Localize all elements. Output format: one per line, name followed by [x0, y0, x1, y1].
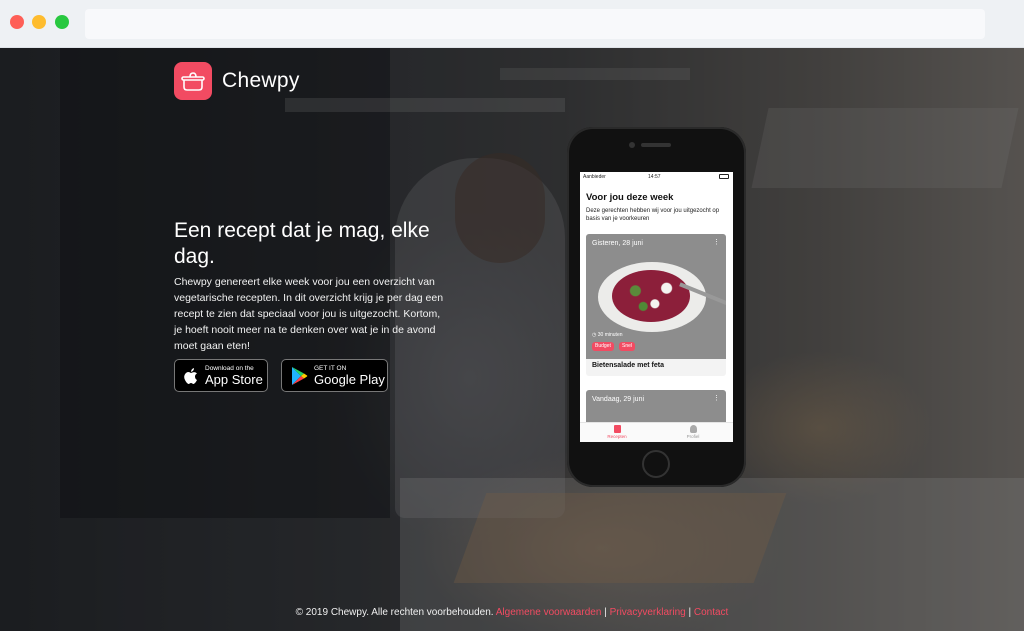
hero-headline: Een recept dat je mag, elke dag.: [174, 219, 430, 268]
address-bar[interactable]: [85, 9, 985, 39]
status-time: 14:57: [648, 174, 661, 180]
footer-separator: |: [688, 607, 692, 618]
close-window-button[interactable]: [10, 15, 24, 29]
contact-link[interactable]: Contact: [694, 607, 728, 618]
brand-name: Chewpy: [222, 69, 300, 92]
recipe-name: Bietensalade met feta: [592, 362, 664, 369]
logo[interactable]: [174, 62, 212, 100]
tab-profiel-label: Profiel: [686, 434, 700, 439]
app-store-badge[interactable]: Download on the App Store: [174, 359, 268, 392]
tab-recepten[interactable]: Recepten: [597, 425, 637, 439]
recipe-date: Gisteren, 28 juni: [592, 240, 643, 247]
maximize-window-button[interactable]: [55, 15, 69, 29]
pot-icon: [181, 72, 205, 91]
status-bar: Aanbieder 14:57: [580, 172, 733, 182]
cook-time: ◷ 30 minuten: [592, 332, 623, 338]
tab-profiel[interactable]: Profiel: [673, 425, 713, 439]
phone-speaker: [641, 143, 671, 147]
recipe-image: [586, 234, 726, 359]
google-play-label: Google Play: [314, 371, 385, 387]
browser-chrome: [0, 0, 1024, 48]
google-play-icon: [292, 366, 308, 385]
more-options-icon[interactable]: ⋮: [713, 394, 720, 402]
phone-home-button: [642, 450, 670, 478]
recipe-card[interactable]: Gisteren, 28 juni ⋮ ◷ 30 minuten Budget …: [586, 234, 726, 376]
tag-budget: Budget: [592, 342, 614, 351]
cook-time-label: 30 minuten: [597, 332, 623, 338]
privacy-link[interactable]: Privacyverklaring: [610, 607, 686, 618]
carrier-label: Aanbieder: [583, 174, 606, 180]
tab-recepten-label: Recepten: [607, 434, 627, 439]
hero-description: Chewpy genereert elke week voor jou een …: [174, 276, 444, 352]
phone-mockup: Aanbieder 14:57 Voor jou deze week Deze …: [567, 127, 746, 487]
tab-bar: Recepten Profiel: [580, 422, 733, 442]
footer: © 2019 Chewpy. Alle rechten voorbehouden…: [0, 607, 1024, 618]
copyright-text: © 2019 Chewpy. Alle rechten voorbehouden…: [295, 607, 494, 618]
screen-title: Voor jou deze week: [586, 192, 674, 203]
background-overlay: [0, 48, 1024, 631]
battery-icon: [719, 174, 729, 179]
book-icon: [613, 425, 621, 433]
more-options-icon[interactable]: ⋮: [713, 238, 720, 246]
terms-link[interactable]: Algemene voorwaarden: [496, 607, 602, 618]
minimize-window-button[interactable]: [32, 15, 46, 29]
recipe-date: Vandaag, 29 juni: [592, 396, 645, 403]
apple-icon: [184, 367, 197, 384]
user-icon: [689, 425, 697, 433]
tag-snel: Snel: [619, 342, 636, 351]
hero-section: [0, 48, 1024, 631]
app-store-label: App Store: [205, 371, 263, 387]
footer-separator: |: [604, 607, 607, 618]
beet-salad-image: [612, 270, 690, 322]
screen-subtitle: Deze gerechten hebben wij voor jou uitge…: [586, 208, 720, 222]
phone-screen: Aanbieder 14:57 Voor jou deze week Deze …: [580, 172, 733, 442]
phone-camera: [629, 142, 635, 148]
google-play-badge[interactable]: GET IT ON Google Play: [281, 359, 388, 392]
